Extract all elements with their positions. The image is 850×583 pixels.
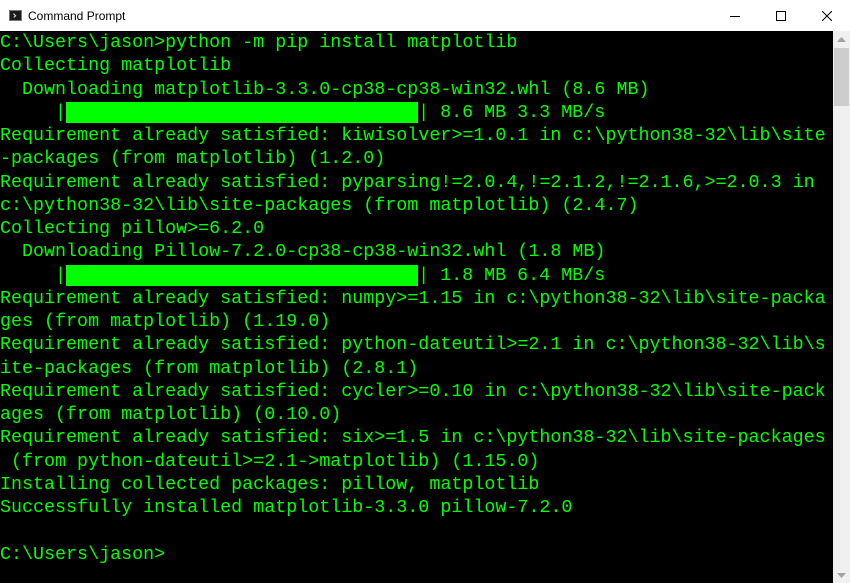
progress-bar-right-edge: | — [418, 264, 430, 286]
command-prompt-icon — [9, 10, 22, 21]
scroll-up-button[interactable] — [833, 31, 850, 48]
vertical-scrollbar[interactable] — [833, 31, 850, 583]
terminal-line: Requirement already satisfied: cycler>=0… — [0, 380, 826, 402]
progress-bar — [66, 264, 419, 286]
maximize-icon — [776, 10, 786, 21]
progress-bar — [66, 101, 419, 123]
terminal-line: Downloading matplotlib-3.3.0-cp38-cp38-w… — [0, 78, 650, 100]
progress-bar-fill — [66, 101, 419, 123]
terminal-line: ite-packages (from matplotlib) (2.8.1) — [0, 357, 419, 379]
terminal-line: C:\Users\jason>python -m pip install mat… — [0, 32, 518, 53]
close-icon — [822, 10, 832, 21]
terminal-line: Installing collected packages: pillow, m… — [0, 473, 540, 495]
terminal-line: (from python-dateutil>=2.1->matplotlib) … — [0, 450, 540, 472]
window-title: Command Prompt — [28, 8, 126, 23]
maximize-button[interactable] — [758, 0, 804, 31]
terminal-line: Collecting pillow>=6.2.0 — [0, 218, 265, 239]
download-stats: 1.8 MB 6.4 MB/s — [429, 264, 606, 286]
command-prompt-window: Command Prompt C:\Users\jason>python -m … — [0, 0, 850, 583]
minimize-button[interactable] — [712, 0, 758, 31]
terminal-line: -packages (from matplotlib) (1.2.0) — [0, 148, 386, 170]
progress-bar-right-edge: | — [418, 101, 430, 123]
download-progress-line: | | 8.6 MB 3.3 MB/s — [0, 101, 833, 124]
progress-bar-left-edge: | — [0, 101, 67, 123]
close-button[interactable] — [804, 0, 850, 31]
scroll-up-arrow-icon — [837, 36, 846, 42]
terminal-line: c:\python38-32\lib\site-packages (from m… — [0, 194, 639, 216]
terminal-line: Collecting matplotlib — [0, 55, 232, 77]
terminal-line: Requirement already satisfied: numpy>=1.… — [0, 287, 826, 309]
terminal-line: Requirement already satisfied: pyparsing… — [0, 171, 815, 193]
scroll-thumb[interactable] — [834, 48, 849, 106]
download-stats: 8.6 MB 3.3 MB/s — [429, 101, 606, 123]
caption-buttons — [712, 0, 850, 31]
terminal-line: Downloading Pillow-7.2.0-cp38-cp38-win32… — [0, 241, 606, 263]
terminal-line: C:\Users\jason> — [0, 543, 166, 565]
scroll-down-button[interactable] — [833, 566, 850, 583]
terminal-output[interactable]: C:\Users\jason>python -m pip install mat… — [0, 31, 833, 583]
terminal-line: ages (from matplotlib) (0.10.0) — [0, 404, 342, 425]
terminal-line: Successfully installed matplotlib-3.3.0 … — [0, 497, 573, 518]
progress-bar-fill — [66, 264, 419, 286]
terminal-line: Requirement already satisfied: python-da… — [0, 334, 826, 356]
minimize-icon — [730, 15, 740, 17]
progress-bar-left-edge: | — [0, 264, 67, 286]
title-bar[interactable]: Command Prompt — [0, 0, 850, 32]
scroll-down-arrow-icon — [837, 572, 846, 578]
download-progress-line: | | 1.8 MB 6.4 MB/s — [0, 264, 833, 287]
terminal-line: Requirement already satisfied: kiwisolve… — [0, 125, 826, 146]
terminal-line: Requirement already satisfied: six>=1.5 … — [0, 427, 826, 449]
terminal-line: ges (from matplotlib) (1.19.0) — [0, 311, 331, 332]
